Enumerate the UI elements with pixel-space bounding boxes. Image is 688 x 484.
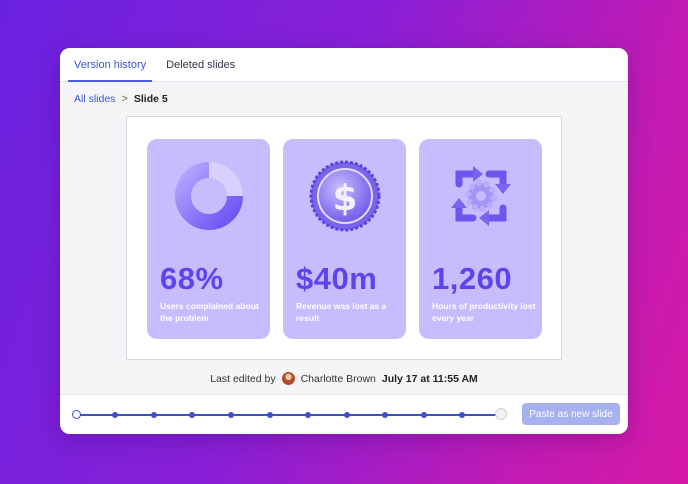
stat-description: Users complained about the problem (160, 301, 259, 323)
stat-value: $40m (296, 261, 378, 296)
timeline-point[interactable] (228, 412, 234, 418)
slide-preview: 68% Users complained about the problem $… (126, 116, 562, 360)
version-timeline[interactable] (72, 408, 507, 420)
breadcrumb: All slides > Slide 5 (74, 93, 168, 105)
timeline-point[interactable] (112, 412, 118, 418)
dollar-coin-icon: $ (283, 153, 406, 239)
author-name: Charlotte Brown (300, 372, 376, 385)
timeline-point[interactable] (459, 412, 465, 418)
breadcrumb-all-slides[interactable]: All slides (74, 93, 115, 105)
gear-refresh-icon (419, 153, 542, 239)
stat-description: Revenue was lost as a result (296, 301, 387, 323)
stat-card-1: 68% Users complained about the problem (147, 139, 270, 339)
paste-as-new-slide-button[interactable]: Paste as new slide (522, 403, 620, 425)
timeline-point[interactable] (382, 412, 388, 418)
timeline-point[interactable] (267, 412, 273, 418)
breadcrumb-separator: > (121, 93, 128, 105)
stat-value: 1,260 (432, 261, 513, 296)
timeline-point[interactable] (189, 412, 195, 418)
timeline-current-handle[interactable] (495, 408, 507, 420)
breadcrumb-current: Slide 5 (133, 93, 168, 105)
last-edited-label: Last edited by (210, 372, 276, 385)
timeline-point[interactable] (151, 412, 157, 418)
timeline-point[interactable] (421, 412, 427, 418)
edit-date: July 17 at 11:55 AM (381, 372, 478, 385)
svg-text:$: $ (332, 178, 357, 219)
tab-deleted-slides[interactable]: Deleted slides (160, 59, 241, 81)
footer-bar: Paste as new slide (60, 394, 628, 434)
stat-card-2: $ $40m Revenue was lost as a result (283, 139, 406, 339)
version-history-panel: Version history Deleted slides All slide… (60, 48, 628, 434)
tab-version-history[interactable]: Version history (68, 59, 153, 82)
timeline-point[interactable] (72, 410, 81, 419)
timeline-point[interactable] (305, 412, 311, 418)
preview-area: All slides > Slide 5 68% Users complaine… (60, 82, 628, 394)
timeline-point[interactable] (344, 412, 350, 418)
stat-card-3: 1,260 Hours of productivity lost every y… (419, 139, 542, 339)
avatar (281, 372, 295, 385)
stat-value: 68% (160, 261, 224, 296)
donut-chart-icon (147, 153, 270, 239)
tab-bar: Version history Deleted slides (60, 48, 628, 82)
last-edited-info: Last edited by Charlotte Brown July 17 a… (60, 372, 628, 385)
stat-description: Hours of productivity lost every year (432, 301, 536, 323)
